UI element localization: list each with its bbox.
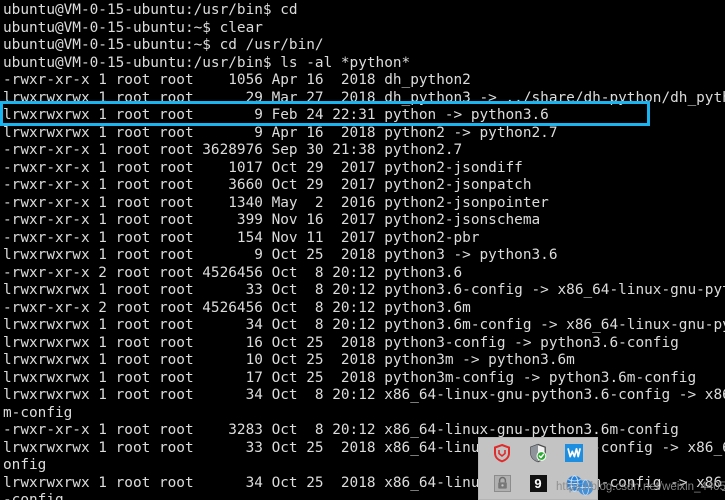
lock-icon[interactable] — [491, 473, 513, 495]
terminal-line: lrwxrwxrwx 1 root root 29 Mar 27 2018 dh… — [3, 89, 725, 106]
terminal-line: -rwxr-xr-x 2 root root 4526456 Oct 8 20:… — [3, 299, 471, 316]
terminal-line: lrwxrwxrwx 1 root root 16 Oct 25 2018 py… — [3, 334, 679, 351]
terminal-line: lrwxrwxrwx 1 root root 9 Feb 24 22:31 py… — [3, 107, 549, 123]
terminal-line: -rwxr-xr-x 1 root root 3660 Oct 29 2017 … — [3, 177, 532, 193]
tray-row-top — [478, 437, 598, 468]
terminal-line: m-config — [3, 404, 73, 421]
terminal-line: -rwxr-xr-x 1 root root 399 Nov 16 2017 p… — [3, 212, 541, 228]
terminal-line: lrwxrwxrwx 1 root root 34 Oct 8 20:12 x8… — [3, 387, 725, 403]
terminal-line: onfig — [3, 457, 47, 473]
terminal-screenshot: ubuntu@VM-0-15-ubuntu:/usr/bin$ cd ubuntu… — [0, 0, 725, 500]
red-shield-icon[interactable] — [491, 442, 513, 464]
terminal-line: -config — [3, 492, 64, 500]
green-check-shield-icon[interactable] — [527, 442, 549, 464]
terminal-line: lrwxrwxrwx 1 root root 34 Oct 8 20:12 py… — [3, 317, 725, 333]
terminal-line: ubuntu@VM-0-15-ubuntu:/usr/bin$ ls -al *… — [3, 54, 411, 71]
terminal-line: ubuntu@VM-0-15-ubuntu:~$ clear — [3, 19, 263, 36]
terminal-line: -rwxr-xr-x 2 root root 4526456 Oct 8 20:… — [3, 264, 463, 281]
notification-count-label: 9 — [529, 475, 547, 492]
terminal-line: lrwxrwxrwx 1 root root 9 Apr 16 2018 pyt… — [3, 124, 558, 141]
terminal-line: -rwxr-xr-x 1 root root 3283 Oct 8 20:12 … — [3, 422, 679, 438]
terminal-line: lrwxrwxrwx 1 root root 17 Oct 25 2018 py… — [3, 369, 697, 386]
terminal-line: -rwxr-xr-x 1 root root 1056 Apr 16 2018 … — [3, 72, 471, 88]
blue-w-app-icon[interactable] — [563, 442, 585, 464]
terminal-line: ubuntu@VM-0-15-ubuntu:~$ cd /usr/bin/ — [3, 37, 324, 53]
terminal-line: lrwxrwxrwx 1 root root 33 Oct 8 20:12 py… — [3, 282, 725, 298]
terminal-line: lrwxrwxrwx 1 root root 9 Oct 25 2018 pyt… — [3, 247, 558, 263]
terminal-output-area[interactable]: ubuntu@VM-0-15-ubuntu:/usr/bin$ cd ubuntu… — [0, 0, 725, 500]
terminal-line: -rwxr-xr-x 1 root root 3628976 Sep 30 21… — [3, 142, 463, 158]
watermark-text: https://blog.csdn.net/weixin_44053341 — [556, 481, 725, 493]
terminal-line: ubuntu@VM-0-15-ubuntu:/usr/bin$ cd — [3, 2, 298, 18]
terminal-line: -rwxr-xr-x 1 root root 1017 Oct 29 2017 … — [3, 159, 523, 176]
terminal-line: -rwxr-xr-x 1 root root 1340 May 2 2016 p… — [3, 194, 549, 211]
terminal-line: lrwxrwxrwx 1 root root 33 Oct 25 2018 x8… — [3, 439, 725, 456]
notification-count-badge[interactable]: 9 — [527, 473, 549, 495]
terminal-line: lrwxrwxrwx 1 root root 10 Oct 25 2018 py… — [3, 352, 575, 368]
terminal-line: -rwxr-xr-x 1 root root 154 Nov 11 2017 p… — [3, 229, 480, 246]
